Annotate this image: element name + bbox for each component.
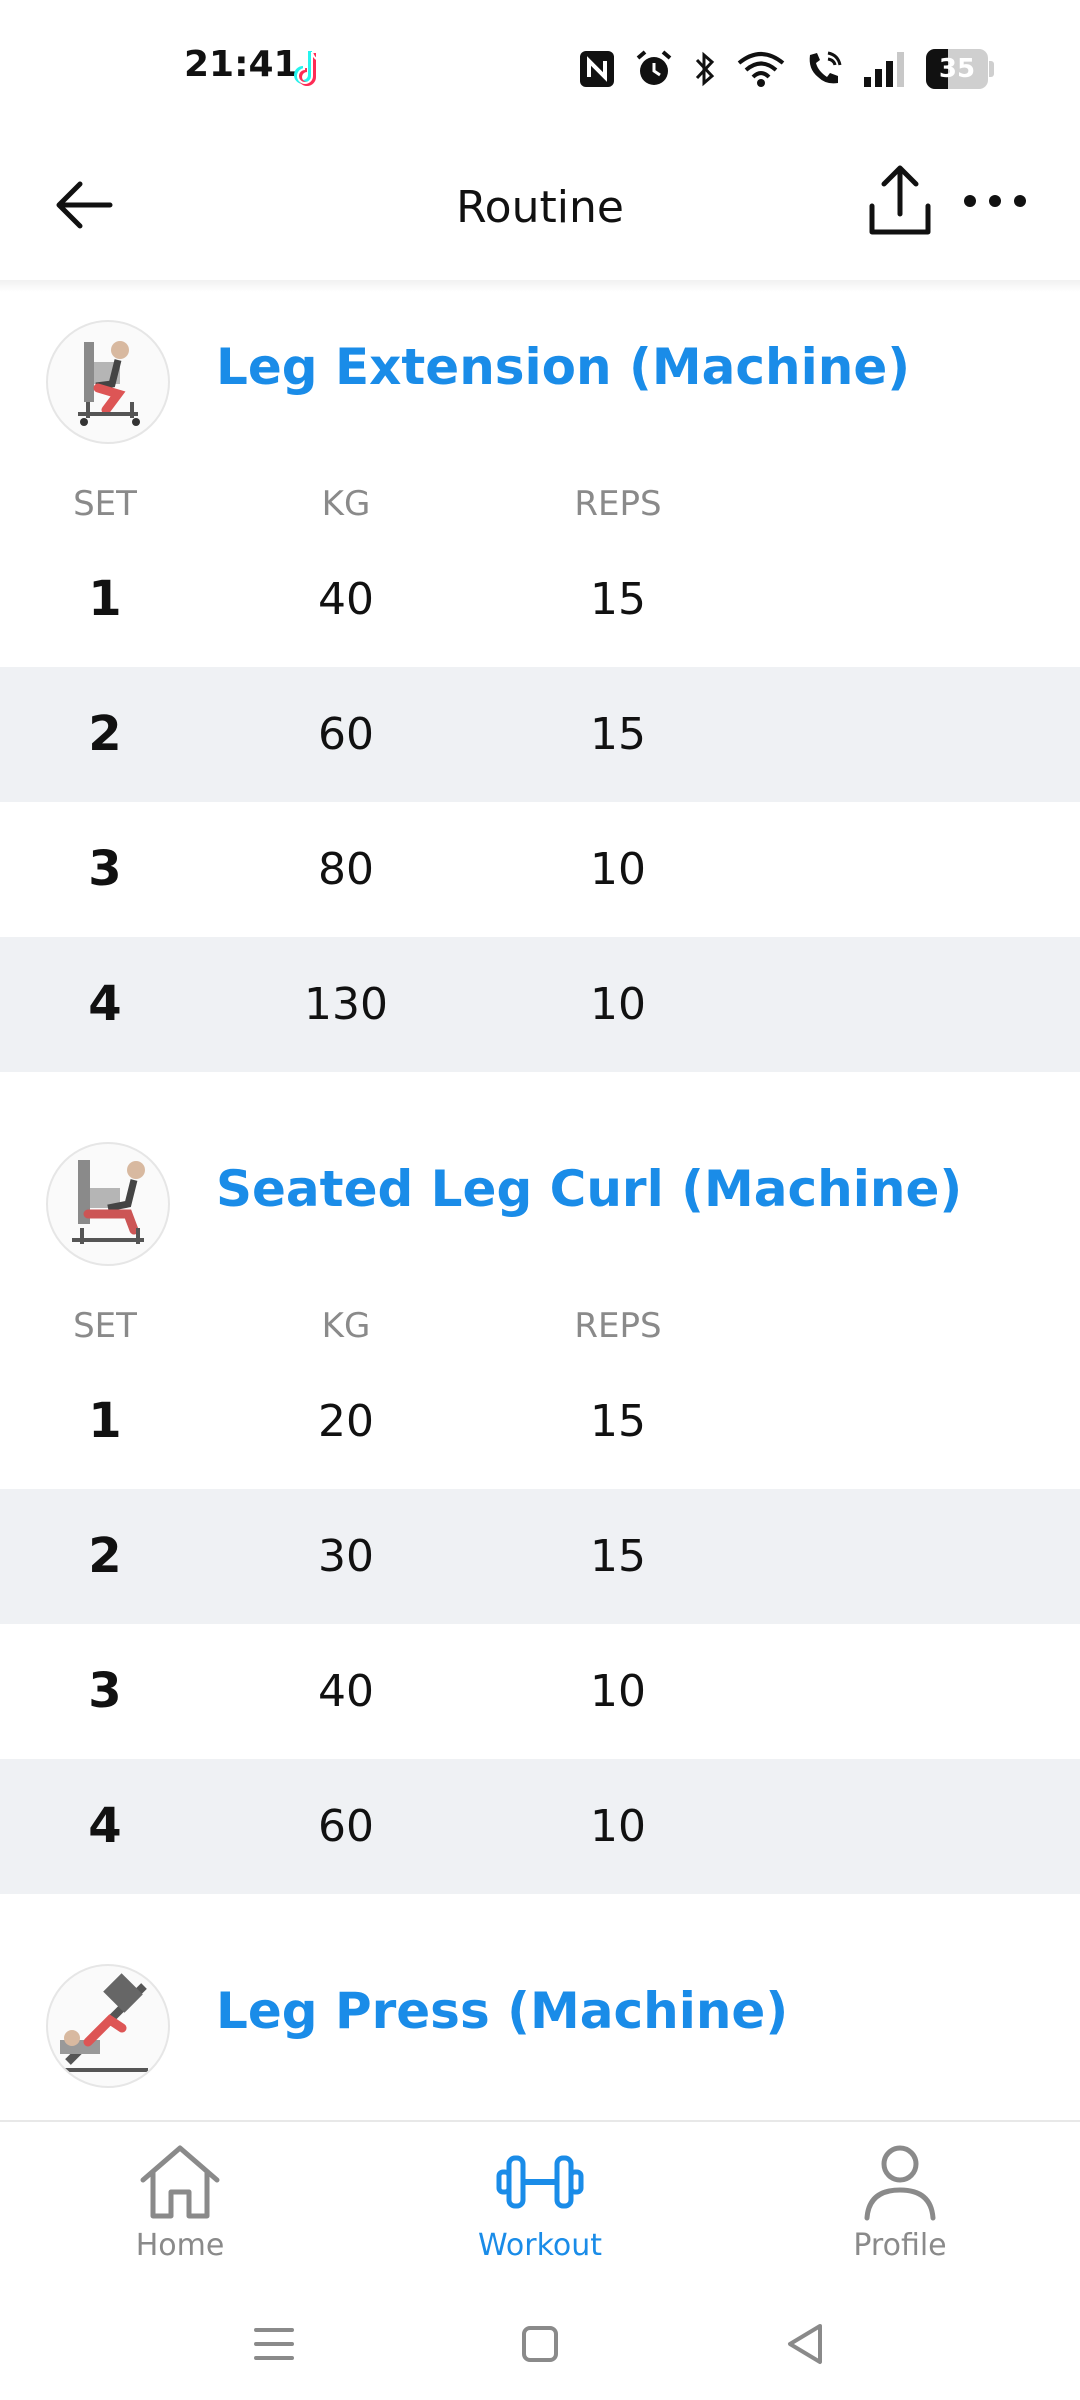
nav-label-profile: Profile [853,2228,947,2263]
column-set: SET [73,484,137,524]
menu-icon [254,2328,294,2360]
dumbbell-icon [496,2155,584,2209]
set-reps: 15 [590,1531,646,1582]
exercise-header[interactable]: Leg Press (Machine) [0,1934,1080,2088]
set-reps: 10 [590,979,646,1030]
exercise-title[interactable]: Leg Press (Machine) [216,1982,788,2040]
set-reps: 10 [590,1666,646,1717]
home-icon [140,2145,220,2219]
exercise-card: Leg Extension (Machine) SET KG REPS 1 40… [0,290,1080,1072]
nav-label-home: Home [135,2228,225,2263]
nav-label-workout: Workout [477,2228,603,2263]
share-icon [869,165,931,235]
exercise-thumbnail[interactable] [46,1142,170,1266]
status-time: 21:41 [184,44,299,85]
table-row: 2 30 15 [0,1489,1080,1624]
nav-item-workout[interactable]: Workout [440,2142,640,2272]
exercise-card: Leg Press (Machine) [0,1934,1080,2088]
system-back-button[interactable] [776,2314,836,2374]
column-set: SET [73,1306,137,1346]
set-kg: 130 [304,979,388,1030]
alarm-icon [636,50,672,85]
set-number: 2 [88,1528,122,1584]
status-bar: 21:41 35 [0,0,1080,140]
routine-content[interactable]: Leg Extension (Machine) SET KG REPS 1 40… [0,290,1080,2120]
leg-extension-machine-icon [78,341,140,426]
seated-leg-curl-machine-icon [72,1160,145,1244]
table-row: 4 130 10 [0,937,1080,1072]
exercise-title[interactable]: Seated Leg Curl (Machine) [216,1160,962,1218]
set-reps: 15 [590,574,646,625]
nav-item-profile[interactable]: Profile [800,2142,1000,2272]
set-kg: 60 [318,1801,374,1852]
table-row: 4 60 10 [0,1759,1080,1894]
column-kg: KG [321,484,371,524]
more-horizontal-icon [964,195,1026,207]
exercise-title[interactable]: Leg Extension (Machine) [216,338,910,396]
set-number: 1 [88,1393,122,1449]
status-icons: 35 [578,44,996,94]
set-number: 4 [88,976,122,1032]
nav-item-home[interactable]: Home [80,2142,280,2272]
profile-icon [864,2145,936,2221]
set-reps: 15 [590,709,646,760]
app-header: Routine [0,140,1080,280]
leg-press-machine-icon [56,1973,148,2072]
exercise-header[interactable]: Leg Extension (Machine) [0,290,1080,444]
set-number: 3 [88,1663,122,1719]
exercise-card: Seated Leg Curl (Machine) SET KG REPS 1 … [0,1112,1080,1894]
set-kg: 20 [318,1396,374,1447]
system-home-button[interactable] [510,2314,570,2374]
bottom-nav: Home Workout Profile [0,2120,1080,2282]
battery-level: 35 [938,54,976,84]
exercise-header[interactable]: Seated Leg Curl (Machine) [0,1112,1080,1266]
set-kg: 60 [318,709,374,760]
set-number: 1 [88,571,122,627]
set-reps: 15 [590,1396,646,1447]
signal-icon [864,52,904,87]
tiktok-icon [292,48,330,90]
table-row: 1 20 15 [0,1354,1080,1489]
set-kg: 30 [318,1531,374,1582]
wifi-call-icon [809,51,842,84]
set-kg: 40 [318,1666,374,1717]
exercise-thumbnail[interactable] [46,1964,170,2088]
sets-table: 1 40 15 2 60 15 3 80 10 4 130 10 [0,532,1080,1072]
share-button[interactable] [862,162,938,242]
wifi-icon [737,52,785,87]
table-row: 1 40 15 [0,532,1080,667]
column-kg: KG [321,1306,371,1346]
sets-table: 1 20 15 2 30 15 3 40 10 4 60 10 [0,1354,1080,1894]
set-number: 3 [88,841,122,897]
set-number: 2 [88,706,122,762]
system-nav-bar [0,2282,1080,2400]
bluetooth-icon [695,51,715,87]
home-square-icon [522,2326,558,2362]
table-row: 3 80 10 [0,802,1080,937]
set-kg: 80 [318,844,374,895]
system-menu-button[interactable] [244,2314,304,2374]
more-button[interactable] [960,176,1030,226]
set-reps: 10 [590,844,646,895]
table-row: 3 40 10 [0,1624,1080,1759]
exercise-thumbnail[interactable] [46,320,170,444]
column-reps: REPS [574,1306,662,1346]
back-triangle-icon [788,2324,822,2364]
set-kg: 40 [318,574,374,625]
battery-icon: 35 [926,49,996,89]
set-number: 4 [88,1798,122,1854]
nfc-icon [580,51,614,87]
set-reps: 10 [590,1801,646,1852]
table-row: 2 60 15 [0,667,1080,802]
column-reps: REPS [574,484,662,524]
